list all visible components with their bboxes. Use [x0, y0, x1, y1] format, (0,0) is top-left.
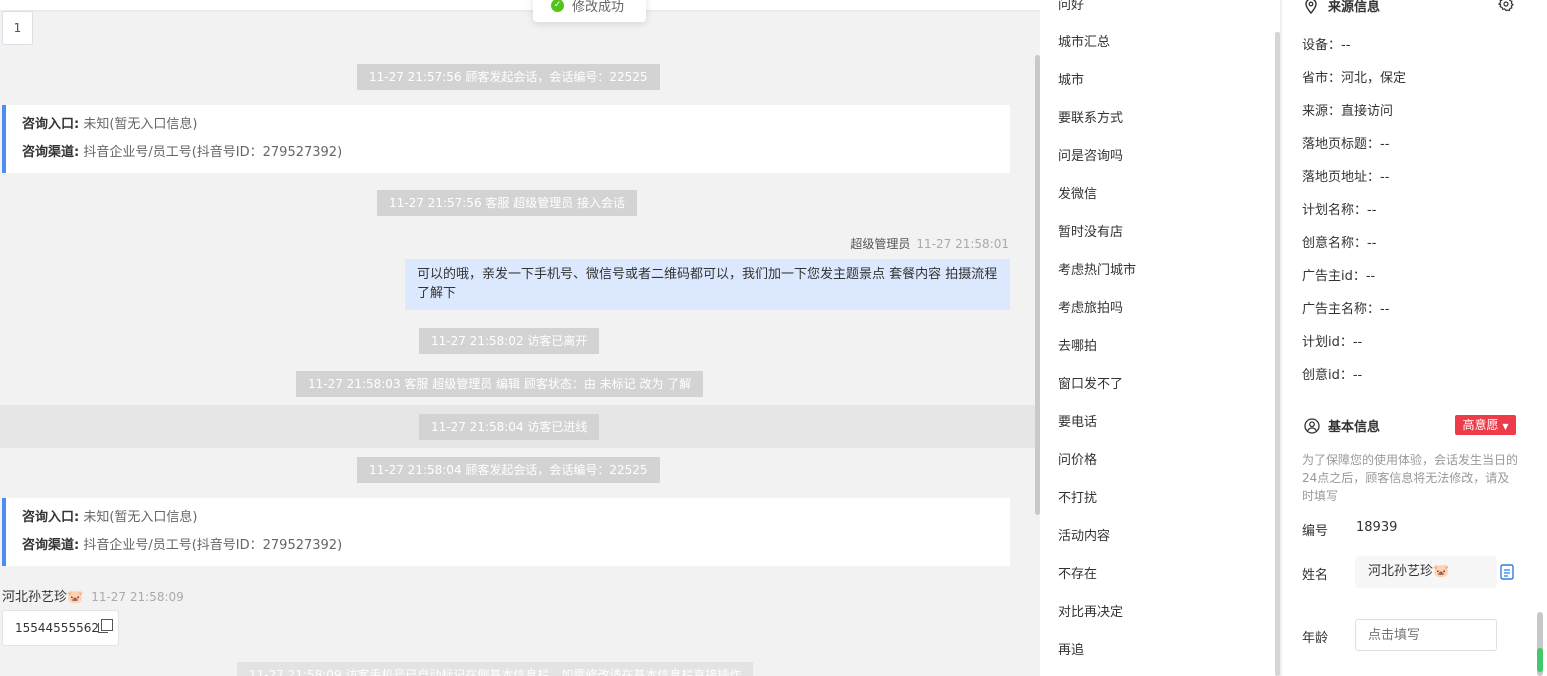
entry-label: 咨询入口: [22, 510, 80, 525]
entry-value: 未知(暂无入口信息) [83, 510, 198, 525]
agent-message-time: 11-27 21:58:01 [916, 237, 1009, 251]
source-info-header: 来源信息 [1304, 0, 1380, 15]
tag-item[interactable]: 考虑热门城市 [1058, 259, 1136, 278]
tag-item[interactable]: 暂时没有店 [1058, 221, 1123, 240]
success-toast: ✓ 修改成功 [533, 0, 646, 22]
tag-item[interactable]: 考虑旅拍吗 [1058, 297, 1123, 316]
tag-item[interactable]: 发微信 [1058, 183, 1097, 202]
system-message: 11-27 21:58:09 访客手机号已自动标记在侧基本信息栏，如需修改请在基… [237, 662, 754, 676]
visitor-message-meta: 河北孙艺珍🐷 11-27 21:58:09 [2, 586, 184, 605]
toast-text: 修改成功 [572, 0, 625, 15]
system-message: 11-27 21:58:04 访客已进线 [419, 414, 600, 440]
system-message: 11-27 21:58:02 访客已离开 [419, 328, 600, 354]
tag-item[interactable]: 再追 [1058, 639, 1084, 658]
page-number-button[interactable]: 1 [2, 11, 33, 45]
consult-info-card: 咨询入口: 未知(暂无入口信息) 咨询渠道: 抖音企业号/员工号(抖音号ID：2… [2, 498, 1010, 566]
copy-icon[interactable] [97, 619, 113, 633]
tag-item[interactable]: 活动内容 [1058, 525, 1110, 544]
entry-label: 咨询入口: [22, 117, 80, 132]
source-province: 省市：河北，保定 [1302, 71, 1407, 86]
source-advertiser-id: 广告主id：-- [1302, 269, 1376, 284]
source-plan-id: 计划id：-- [1302, 335, 1363, 350]
tag-item[interactable]: 问价格 [1058, 449, 1097, 468]
intent-level-label: 高意愿 [1462, 418, 1499, 432]
tag-item[interactable]: 城市汇总 [1058, 31, 1110, 50]
tag-item[interactable]: 要联系方式 [1058, 107, 1123, 126]
source-device: 设备：-- [1302, 38, 1351, 53]
source-creative-name: 创意名称：-- [1302, 236, 1377, 251]
tag-item[interactable]: 不存在 [1058, 563, 1097, 582]
tag-item[interactable]: 对比再决定 [1058, 601, 1123, 620]
visitor-message-time: 11-27 21:58:09 [91, 590, 184, 604]
source-info-title: 来源信息 [1328, 0, 1381, 15]
chat-area: 1 11-27 21:57:56 顾客发起会话，会话编号：22525 咨询入口:… [0, 0, 1040, 676]
customer-info-panel: 来源信息 设备：-- 省市：河北，保定 来源：直接访问 落地页标题：-- 落地页… [1282, 0, 1547, 676]
agent-name: 超级管理员 [850, 237, 911, 251]
basic-info-title: 基本信息 [1328, 420, 1381, 435]
tag-item[interactable]: 城市 [1058, 69, 1084, 88]
check-circle-icon: ✓ [551, 0, 564, 12]
visitor-name: 河北孙艺珍🐷 [2, 590, 84, 605]
source-creative-id: 创意id：-- [1302, 368, 1363, 383]
age-label: 年龄 [1302, 631, 1329, 646]
source-landing-title: 落地页标题：-- [1302, 137, 1390, 152]
channel-label: 咨询渠道: [22, 145, 80, 160]
channel-label: 咨询渠道: [22, 538, 80, 553]
name-field[interactable]: 河北孙艺珍🐷 [1355, 556, 1497, 588]
user-circle-icon [1304, 417, 1320, 434]
intent-level-dropdown[interactable]: 高意愿 ▼ [1455, 415, 1516, 435]
channel-value: 抖音企业号/员工号(抖音号ID：279527392) [83, 145, 343, 160]
system-message: 11-27 21:57:56 顾客发起会话，会话编号：22525 [357, 64, 660, 90]
tag-item[interactable]: 窗口发不了 [1058, 373, 1123, 392]
settings-gear-icon[interactable] [1498, 0, 1514, 12]
tag-item[interactable]: 去哪拍 [1058, 335, 1097, 354]
entry-value: 未知(暂无入口信息) [83, 117, 198, 132]
age-input[interactable] [1355, 619, 1497, 651]
panel-scrollbar-indicator [1537, 648, 1543, 672]
source-plan-name: 计划名称：-- [1302, 203, 1377, 218]
agent-message-meta: 超级管理员 11-27 21:58:01 [850, 235, 1009, 252]
phone-number: 15544555562 [15, 621, 99, 635]
chat-top-bar [0, 0, 1040, 10]
edit-notice: 为了保障您的使用体验，会话发生当日的24点之后，顾客信息将无法修改，请及时填写 [1302, 453, 1519, 503]
source-landing-url: 落地页地址：-- [1302, 170, 1390, 185]
id-value: 18939 [1356, 520, 1398, 535]
source-origin: 来源：直接访问 [1302, 104, 1394, 119]
id-label: 编号 [1302, 524, 1329, 539]
tag-item[interactable]: 要电话 [1058, 411, 1097, 430]
channel-value: 抖音企业号/员工号(抖音号ID：279527392) [83, 538, 343, 553]
tag-item[interactable]: 问是咨询吗 [1058, 145, 1123, 164]
location-pin-icon [1305, 0, 1317, 14]
basic-info-header: 基本信息 [1304, 416, 1380, 435]
consult-info-card: 咨询入口: 未知(暂无入口信息) 咨询渠道: 抖音企业号/员工号(抖音号ID：2… [2, 105, 1010, 173]
copy-icon[interactable] [1500, 564, 1514, 580]
source-advertiser-name: 广告主名称：-- [1302, 302, 1390, 317]
system-message: 11-27 21:57:56 客服 超级管理员 接入会话 [377, 190, 638, 216]
agent-message-bubble: 可以的哦，亲发一下手机号、微信号或者二维码都可以，我们加一下您发主题景点 套餐内… [405, 259, 1010, 310]
visitor-phone-bubble[interactable]: 15544555562 [2, 610, 119, 646]
system-message: 11-27 21:58:04 顾客发起会话，会话编号：22525 [357, 457, 660, 483]
system-message: 11-27 21:58:03 客服 超级管理员 编辑 顾客状态：由 未标记 改为… [296, 371, 704, 397]
name-label: 姓名 [1302, 568, 1329, 583]
quick-reply-tag-list: 问好 城市汇总 城市 要联系方式 问是咨询吗 发微信 暂时没有店 考虑热门城市 … [1040, 0, 1282, 676]
tag-item[interactable]: 不打扰 [1058, 487, 1097, 506]
caret-down-icon: ▼ [1502, 422, 1509, 431]
tag-item[interactable]: 问好 [1058, 0, 1084, 13]
